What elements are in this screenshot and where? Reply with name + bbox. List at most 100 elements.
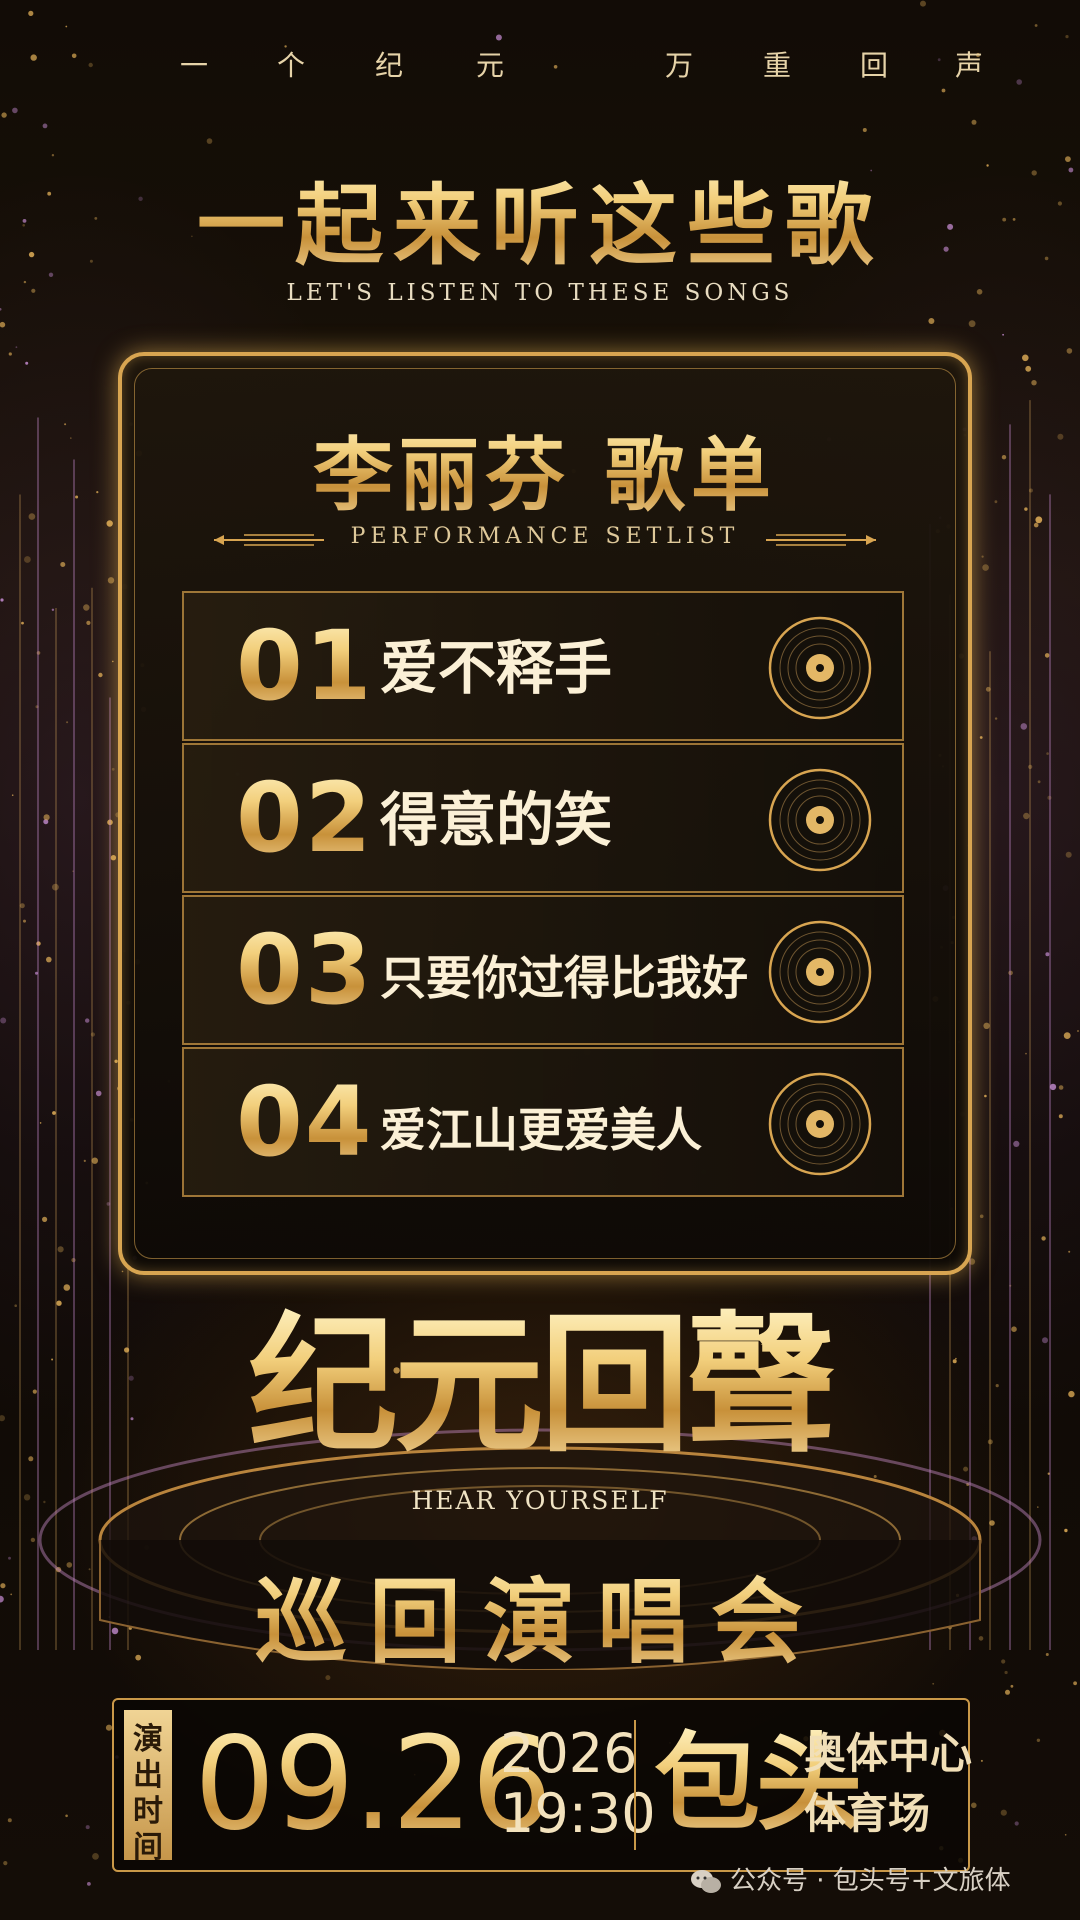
sparkle [1047,795,1052,800]
sparkle [42,1216,48,1222]
sparkle [19,903,25,909]
song-title: 只要你过得比我好 [380,951,748,1005]
sparkle [51,1358,54,1361]
sparkle [36,651,41,655]
sparkle [110,855,117,861]
sparkle [1044,653,1050,658]
song-title: 爱不释手 [380,634,613,702]
sparkle [1037,780,1041,784]
vinyl-record-icon [768,1072,872,1176]
sparkle [3,1861,8,1866]
sparkle [66,721,69,724]
sparkle [0,1415,5,1422]
sparkle [124,1347,130,1353]
song-row: 01 爱不释手 [182,591,904,741]
sparkle [57,1246,64,1253]
song-number: 02 [236,762,374,874]
sparkle [85,1018,90,1023]
sparkle [0,308,2,311]
sparkle [1064,1528,1068,1533]
sparkle [1065,35,1069,39]
wechat-icon [691,1869,721,1893]
sparkle [14,1304,17,1307]
sparkle [90,1032,95,1037]
sparkle [862,128,867,132]
venue-line-2: 体育场 [804,1789,931,1838]
sparkle [1031,380,1037,386]
sparkle [1066,348,1073,354]
song-number: 03 [236,914,374,1026]
sparkle [1036,1738,1041,1743]
page-heading: 一起来听这些歌 [0,155,1080,282]
sparkle [43,814,50,821]
sparkle [1033,522,1039,528]
sparkle [1058,1085,1064,1090]
sparkle [1077,1030,1079,1032]
sparkle [12,107,18,114]
ornament-right-icon [766,534,876,546]
vinyl-record-icon [768,616,872,720]
sparkle [107,819,113,826]
sparkle [35,705,39,709]
sparkle [28,513,36,520]
sparkle [984,1094,987,1098]
sparkle [981,555,984,558]
sparkle [968,320,976,328]
sparkle [1002,333,1004,336]
concert-poster: 一 个 纪 元 万 重 回 声 一起来听这些歌 LET'S LISTEN TO … [0,0,1080,1920]
show-info-bar: 演 出 时 间 09.26 2026 19:30 包头 奥体中心 体育场 [112,1698,972,1872]
sparkle [1025,1052,1027,1055]
sparkle [1049,1083,1057,1091]
sparkle [1001,455,1007,460]
sparkle [92,1853,99,1860]
info-divider [634,1720,636,1850]
show-time-label: 演 出 时 间 [124,1710,172,1865]
song-row: 03 只要你过得比我好 [182,895,904,1045]
sparkle [1023,812,1030,820]
sparkle [1024,507,1028,511]
slogan-char: 回 [860,49,889,82]
sparkle [979,1214,984,1219]
sparkle [1025,365,1032,372]
sparkle [28,10,34,16]
sparkle [1011,1326,1017,1332]
sparkle [112,660,114,663]
sparkle [111,767,115,771]
concert-logo-subtitle: HEAR YOURSELF [411,1486,669,1515]
sparkle [121,1270,124,1273]
sparkle [83,604,90,611]
sparkle [95,1090,102,1097]
sparkle [928,318,935,324]
label-char: 间 [133,1830,163,1865]
sparkle [21,621,24,625]
sparkle [85,1825,90,1830]
sparkle [63,1284,71,1291]
top-slogan: 一 个 纪 元 万 重 回 声 [0,44,1080,84]
sparkle [43,819,49,825]
sparkle [46,956,52,963]
setlist-frame: 李丽芬 歌单 PERFORMANCE SETLIST 01 爱不释手 02 得意… [118,352,972,1275]
sparkle [1034,24,1038,27]
sparkle [1010,1684,1014,1688]
sparkle [7,1818,12,1823]
concert-logo: 纪元回聲 [220,1300,860,1470]
sparkle [1035,516,1043,524]
sparkle [1058,1114,1063,1119]
sparkle [1000,1809,1007,1816]
sparkle [106,1202,111,1206]
sparkle [15,346,18,349]
sparkle [0,1017,7,1024]
sparkle [1008,970,1013,976]
sparkle [0,598,4,602]
sparkle [60,562,66,567]
sparkle [1028,488,1033,493]
sparkle [1013,1140,1020,1147]
setlist-title: 李丽芬 歌单 [122,411,968,527]
sparkle [11,794,14,796]
sparkle [1068,1250,1071,1253]
sparkle [971,1802,977,1809]
sparkle [25,361,29,365]
sparkle [24,556,31,563]
sparkle [1005,1689,1010,1695]
sparkle [1046,752,1049,755]
